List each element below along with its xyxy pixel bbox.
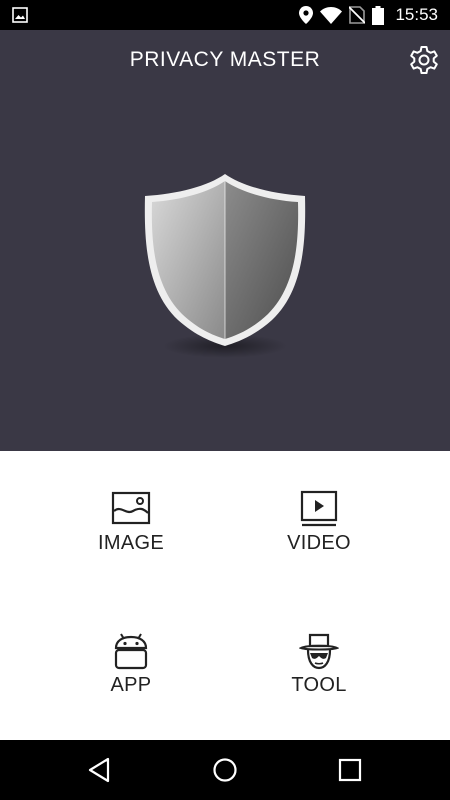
status-icons: 15:53	[299, 0, 438, 30]
back-icon[interactable]	[84, 754, 116, 786]
hero-panel: PRIVACY MASTER	[0, 30, 450, 451]
image-icon	[111, 491, 151, 525]
location-icon	[299, 6, 314, 24]
status-clock: 15:53	[395, 5, 438, 24]
android-icon	[114, 633, 148, 670]
menu-item-label: VIDEO	[287, 532, 351, 554]
menu-item-label: APP	[110, 674, 152, 696]
menu-item-tool[interactable]: TOOL	[239, 631, 399, 741]
shield-icon	[144, 174, 306, 358]
gear-icon[interactable]	[408, 44, 440, 76]
navigation-bar	[0, 740, 450, 800]
no-sim-icon	[349, 6, 366, 24]
feature-menu: IMAGE VIDEO APP TOOL	[0, 451, 450, 740]
spy-hat-icon	[299, 633, 339, 670]
battery-icon	[372, 5, 385, 25]
image-notification-icon	[12, 7, 28, 23]
menu-item-label: IMAGE	[98, 532, 164, 554]
video-icon	[300, 490, 338, 527]
status-bar: 15:53	[0, 0, 450, 30]
menu-item-label: TOOL	[291, 674, 347, 696]
recents-icon[interactable]	[334, 754, 366, 786]
app-title: PRIVACY MASTER	[129, 48, 321, 71]
wifi-icon	[320, 6, 343, 24]
menu-item-app[interactable]: APP	[51, 631, 211, 741]
menu-item-image[interactable]: IMAGE	[51, 489, 211, 599]
home-icon[interactable]	[209, 754, 241, 786]
app-screen: 15:53 PRIVACY MASTER IMAGE VIDEO APP TOO…	[0, 0, 450, 800]
menu-item-video[interactable]: VIDEO	[239, 489, 399, 599]
